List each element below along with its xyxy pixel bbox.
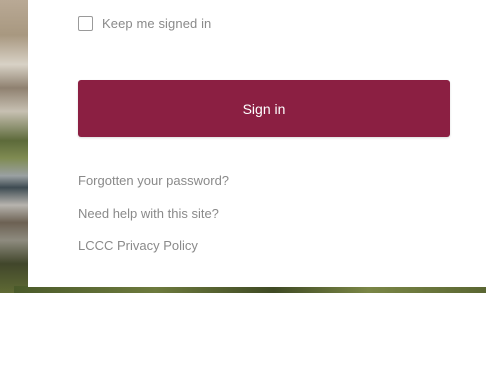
help-links: Forgotten your password? Need help with … bbox=[78, 173, 229, 271]
privacy-policy-link[interactable]: LCCC Privacy Policy bbox=[78, 238, 229, 254]
forgot-password-link[interactable]: Forgotten your password? bbox=[78, 173, 229, 189]
keep-signed-in-label: Keep me signed in bbox=[102, 16, 212, 31]
login-page: Keep me signed in Sign in Forgotten your… bbox=[0, 0, 486, 375]
keep-signed-in-checkbox[interactable] bbox=[78, 16, 93, 31]
sign-in-button[interactable]: Sign in bbox=[78, 80, 450, 137]
background-photo-bottom-edge bbox=[14, 286, 486, 293]
login-card: Keep me signed in Sign in Forgotten your… bbox=[28, 0, 486, 287]
keep-signed-in-option[interactable]: Keep me signed in bbox=[78, 16, 211, 31]
site-help-link[interactable]: Need help with this site? bbox=[78, 206, 229, 222]
